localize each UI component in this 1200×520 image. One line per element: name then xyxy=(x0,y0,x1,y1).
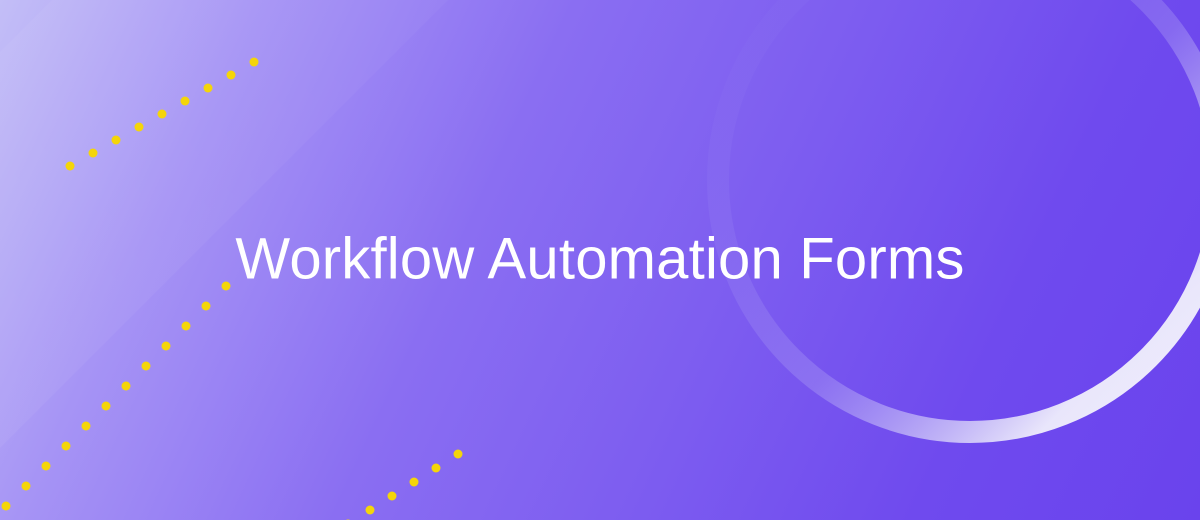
hero-banner: Workflow Automation Forms xyxy=(0,0,1200,520)
banner-title: Workflow Automation Forms xyxy=(150,227,1050,294)
dotted-line-decoration xyxy=(0,276,258,520)
dotted-line-decoration xyxy=(318,436,498,520)
circle-outline-decoration xyxy=(700,0,1200,450)
dotted-line-decoration xyxy=(60,56,270,176)
